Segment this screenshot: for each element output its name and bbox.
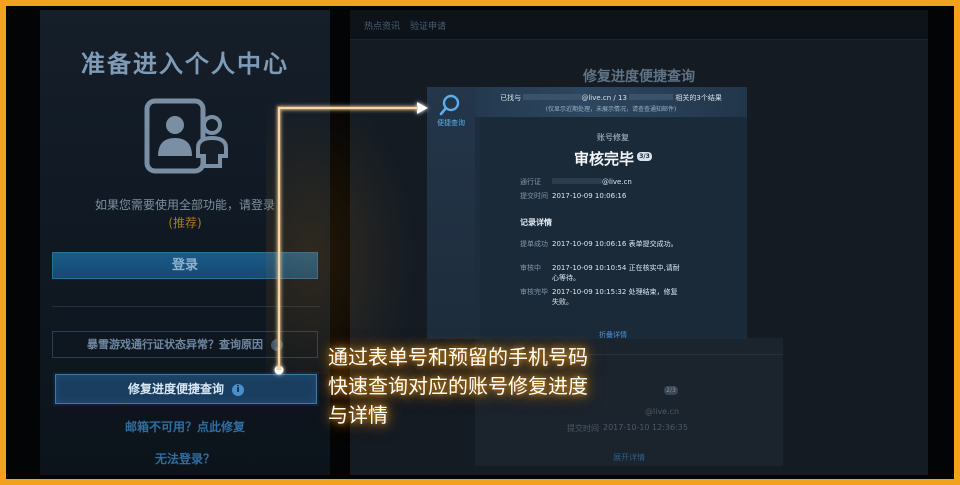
submit-time-value: 2017-10-09 10:06:16 (552, 192, 627, 200)
expand-details-link[interactable]: 展开详情 (475, 452, 783, 463)
user-card-icon (144, 98, 230, 178)
masked-text (629, 94, 674, 100)
record-stage: 提单成功 (520, 240, 548, 248)
page-title: 修复进度便捷查询 (583, 69, 695, 85)
quick-query-label: 便捷查询 (437, 119, 465, 127)
repair-progress-button[interactable]: 修复进度便捷查询 i (55, 374, 317, 404)
record-stage: 审核完毕 (520, 288, 548, 296)
passport-row: 通行证 @live.cn (520, 177, 632, 187)
login-notice: 如果您需要使用全部功能，请登录 (推荐) (40, 196, 330, 232)
result-tip: (仅显示近期处理，未展示情况，请查查通知邮件) (545, 106, 677, 113)
fix-mailbox-link[interactable]: 邮箱不可用？点此修复 (40, 418, 330, 435)
record-title: 记录详情 (520, 218, 552, 227)
passport-label: 通行证 (520, 178, 541, 186)
tab-verify-request[interactable]: 验证申请 (410, 19, 446, 32)
step-badge: 3/3 (637, 152, 652, 161)
login-button[interactable]: 登录 (52, 252, 318, 279)
account-status-label: 暴雪游戏通行证状态异常？查询原因 (87, 338, 263, 351)
account-repair-label: 账号修复 (597, 133, 629, 142)
login-notice-text: 如果您需要使用全部功能，请登录 (94, 198, 275, 212)
summary-suffix: 相关的3个结果 (675, 94, 722, 102)
repair-progress-label: 修复进度便捷查询 (127, 382, 224, 396)
result-detail-card: 账号修复 审核完毕 3/3 通行证 @live.cn 提交时间 2017-10-09 … (480, 117, 746, 339)
collapse-details-link[interactable]: 折叠详情 (480, 330, 746, 339)
caption-line: 与详情 (328, 403, 388, 427)
search-icon[interactable] (439, 94, 461, 116)
popup-header: 已找与 @live.cn / 13 相关的3个结果 (仅显示近期处理，未展示情况… (475, 87, 747, 117)
feature-caption: 通过表单号和预留的手机号码 快速查询对应的账号修复进度 与详情 (328, 343, 708, 430)
caption-line: 快速查询对应的账号修复进度 (328, 374, 588, 398)
summary-prefix: 已找与 (500, 94, 522, 102)
record-text: 2017-10-09 10:15:32 处理结束，修复失败。 (552, 288, 678, 306)
tab-hot-news[interactable]: 热点资讯 (364, 19, 400, 32)
submit-time-row: 提交时间 2017-10-09 10:06:16 (520, 191, 626, 201)
record-text: 2017-10-09 10:06:16 表单提交成功。 (552, 240, 678, 248)
divider (52, 306, 320, 307)
summary-middle: @live.cn / 13 (581, 94, 627, 102)
masked-text (523, 94, 582, 100)
panel-title: 准备进入个人中心 (81, 50, 289, 78)
repair-status: 审核完毕 3/3 (480, 148, 746, 169)
query-result-popup: 便捷查询 已找与 @live.cn / 13 相关的3个结果 (仅显示近期处理，… (427, 87, 747, 339)
popup-sidebar: 便捷查询 (427, 87, 475, 339)
record-text: 2017-10-09 10:10:54 正在核实中,请耐心等待。 (552, 264, 680, 282)
masked-text (552, 178, 602, 184)
record-stage: 审核中 (520, 264, 541, 272)
cannot-login-link[interactable]: 无法登录？ (40, 450, 330, 467)
info-icon: i (271, 339, 283, 351)
info-icon: i (232, 384, 244, 396)
top-nav: 热点资讯 验证申请 (350, 10, 928, 40)
result-summary: 已找与 @live.cn / 13 相关的3个结果 (475, 93, 747, 103)
submit-time-label: 提交时间 (520, 192, 548, 200)
passport-value: @live.cn (602, 178, 632, 186)
personal-center-panel: 准备进入个人中心 如果您需要使用全部功能，请登录 (推荐) 登录 暴雪游戏通行证… (40, 10, 330, 475)
repair-status-text: 审核完毕 (573, 150, 634, 168)
recommend-tag: (推荐) (168, 216, 202, 230)
caption-line: 通过表单号和预留的手机号码 (328, 345, 588, 369)
account-status-button[interactable]: 暴雪游戏通行证状态异常？查询原因 i (52, 331, 318, 358)
